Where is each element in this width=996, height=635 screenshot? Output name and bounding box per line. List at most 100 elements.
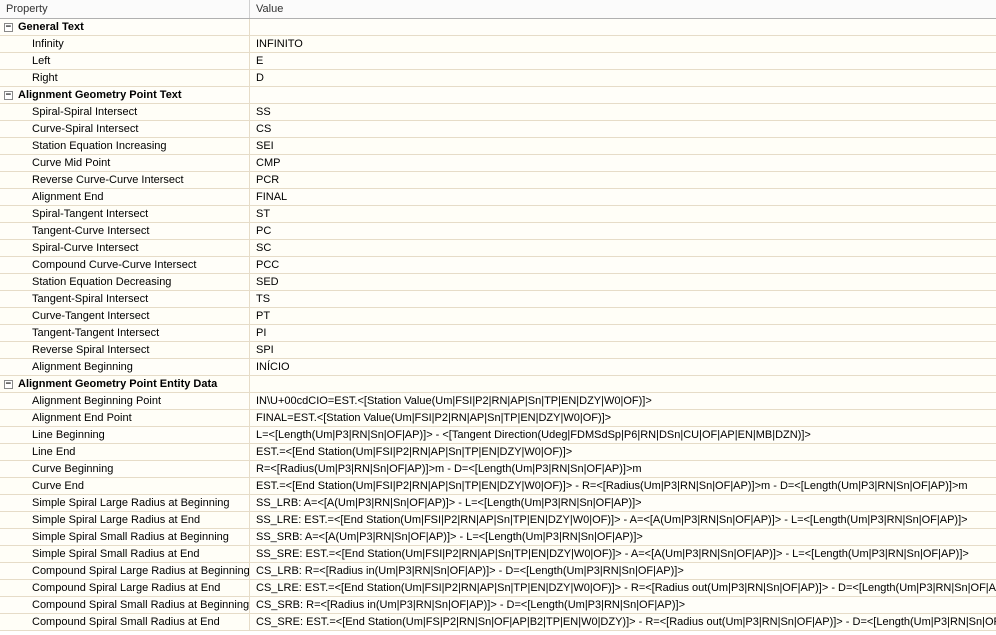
property-row[interactable]: Compound Spiral Small Radius at EndCS_SR… xyxy=(0,614,996,631)
property-row[interactable]: Alignment EndFINAL xyxy=(0,189,996,206)
property-value-cell[interactable]: PT xyxy=(250,308,996,324)
property-value-cell[interactable]: SS_SRB: A=<[A(Um|P3|RN|Sn|OF|AP)]> - L=<… xyxy=(250,529,996,545)
property-row[interactable]: Compound Spiral Small Radius at Beginnin… xyxy=(0,597,996,614)
property-name-cell: Compound Spiral Small Radius at Beginnin… xyxy=(0,597,250,613)
property-row[interactable]: Alignment End PointFINAL=EST.<[Station V… xyxy=(0,410,996,427)
property-name-cell: Compound Curve-Curve Intersect xyxy=(0,257,250,273)
property-value-cell[interactable]: SS_LRE: EST.=<[End Station(Um|FSI|P2|RN|… xyxy=(250,512,996,528)
property-value-cell[interactable]: SS xyxy=(250,104,996,120)
property-value-cell[interactable]: PI xyxy=(250,325,996,341)
property-row[interactable]: Spiral-Tangent IntersectST xyxy=(0,206,996,223)
property-value-cell[interactable]: INFINITO xyxy=(250,36,996,52)
property-row[interactable]: Simple Spiral Large Radius at EndSS_LRE:… xyxy=(0,512,996,529)
property-name-cell: Tangent-Tangent Intersect xyxy=(0,325,250,341)
group-title-cell[interactable]: −Alignment Geometry Point Text xyxy=(0,87,250,103)
property-value-cell[interactable]: CMP xyxy=(250,155,996,171)
property-value-cell[interactable]: D xyxy=(250,70,996,86)
property-name-cell: Simple Spiral Large Radius at Beginning xyxy=(0,495,250,511)
property-value-cell[interactable]: E xyxy=(250,53,996,69)
expander-icon[interactable]: − xyxy=(4,380,13,389)
property-row[interactable]: Compound Curve-Curve IntersectPCC xyxy=(0,257,996,274)
property-name-cell: Alignment Beginning Point xyxy=(0,393,250,409)
property-value-cell[interactable]: CS_LRB: R=<[Radius in(Um|P3|RN|Sn|OF|AP)… xyxy=(250,563,996,579)
property-value-cell[interactable]: PC xyxy=(250,223,996,239)
property-value-cell[interactable]: SS_SRE: EST.=<[End Station(Um|FSI|P2|RN|… xyxy=(250,546,996,562)
property-row[interactable]: Spiral-Spiral IntersectSS xyxy=(0,104,996,121)
property-row[interactable]: Reverse Curve-Curve IntersectPCR xyxy=(0,172,996,189)
property-row[interactable]: Line EndEST.=<[End Station(Um|FSI|P2|RN|… xyxy=(0,444,996,461)
property-row[interactable]: Curve BeginningR=<[Radius(Um|P3|RN|Sn|OF… xyxy=(0,461,996,478)
property-row[interactable]: Station Equation IncreasingSEI xyxy=(0,138,996,155)
group-title: Alignment Geometry Point Entity Data xyxy=(18,377,217,392)
property-row[interactable]: Curve Mid PointCMP xyxy=(0,155,996,172)
property-value-cell[interactable]: TS xyxy=(250,291,996,307)
property-name-cell: Curve Beginning xyxy=(0,461,250,477)
property-value-cell[interactable]: PCC xyxy=(250,257,996,273)
property-value-cell[interactable]: SS_LRB: A=<[A(Um|P3|RN|Sn|OF|AP)]> - L=<… xyxy=(250,495,996,511)
property-row[interactable]: Alignment Beginning PointIN\U+00cdCIO=ES… xyxy=(0,393,996,410)
property-row[interactable]: Alignment BeginningINÍCIO xyxy=(0,359,996,376)
group-title-cell[interactable]: −Alignment Geometry Point Entity Data xyxy=(0,376,250,392)
property-value-cell[interactable]: CS xyxy=(250,121,996,137)
group-title: Alignment Geometry Point Text xyxy=(18,88,182,103)
property-value-cell[interactable]: EST.=<[End Station(Um|FSI|P2|RN|AP|Sn|TP… xyxy=(250,478,996,494)
group-header[interactable]: −Alignment Geometry Point Text xyxy=(0,87,996,104)
property-name-cell: Alignment Beginning xyxy=(0,359,250,375)
table-header: Property Value xyxy=(0,0,996,19)
property-value-cell[interactable]: CS_SRB: R=<[Radius in(Um|P3|RN|Sn|OF|AP)… xyxy=(250,597,996,613)
property-name-cell: Line End xyxy=(0,444,250,460)
group-value-cell xyxy=(250,87,996,103)
property-row[interactable]: Compound Spiral Large Radius at Beginnin… xyxy=(0,563,996,580)
group-header[interactable]: −General Text xyxy=(0,19,996,36)
property-value-cell[interactable]: R=<[Radius(Um|P3|RN|Sn|OF|AP)]>m - D=<[L… xyxy=(250,461,996,477)
property-value-cell[interactable]: ST xyxy=(250,206,996,222)
property-name-cell: Spiral-Spiral Intersect xyxy=(0,104,250,120)
property-name-cell: Compound Spiral Large Radius at Beginnin… xyxy=(0,563,250,579)
property-name-cell: Simple Spiral Large Radius at End xyxy=(0,512,250,528)
col-header-value[interactable]: Value xyxy=(250,0,996,18)
property-name-cell: Left xyxy=(0,53,250,69)
property-row[interactable]: Simple Spiral Small Radius at BeginningS… xyxy=(0,529,996,546)
col-header-property[interactable]: Property xyxy=(0,0,250,18)
property-row[interactable]: LeftE xyxy=(0,53,996,70)
property-row[interactable]: Reverse Spiral IntersectSPI xyxy=(0,342,996,359)
property-row[interactable]: Tangent-Spiral IntersectTS xyxy=(0,291,996,308)
property-value-cell[interactable]: PCR xyxy=(250,172,996,188)
property-value-cell[interactable]: SC xyxy=(250,240,996,256)
property-row[interactable]: Line BeginningL=<[Length(Um|P3|RN|Sn|OF|… xyxy=(0,427,996,444)
property-row[interactable]: Tangent-Tangent IntersectPI xyxy=(0,325,996,342)
expander-icon[interactable]: − xyxy=(4,23,13,32)
property-value-cell[interactable]: SPI xyxy=(250,342,996,358)
property-name-cell: Tangent-Spiral Intersect xyxy=(0,291,250,307)
property-row[interactable]: Curve EndEST.=<[End Station(Um|FSI|P2|RN… xyxy=(0,478,996,495)
group-title-cell[interactable]: −General Text xyxy=(0,19,250,35)
property-name-cell: Alignment End Point xyxy=(0,410,250,426)
property-row[interactable]: Tangent-Curve IntersectPC xyxy=(0,223,996,240)
property-name-cell: Curve-Spiral Intersect xyxy=(0,121,250,137)
property-row[interactable]: Curve-Spiral IntersectCS xyxy=(0,121,996,138)
property-row[interactable]: Simple Spiral Large Radius at BeginningS… xyxy=(0,495,996,512)
property-value-cell[interactable]: INÍCIO xyxy=(250,359,996,375)
property-value-cell[interactable]: CS_SRE: EST.=<[End Station(Um|FS|P2|RN|S… xyxy=(250,614,996,630)
property-row[interactable]: Station Equation DecreasingSED xyxy=(0,274,996,291)
property-value-cell[interactable]: FINAL xyxy=(250,189,996,205)
property-name-cell: Reverse Curve-Curve Intersect xyxy=(0,172,250,188)
property-row[interactable]: Compound Spiral Large Radius at EndCS_LR… xyxy=(0,580,996,597)
property-value-cell[interactable]: SEI xyxy=(250,138,996,154)
property-value-cell[interactable]: EST.=<[End Station(Um|FSI|P2|RN|AP|Sn|TP… xyxy=(250,444,996,460)
property-row[interactable]: InfinityINFINITO xyxy=(0,36,996,53)
property-row[interactable]: RightD xyxy=(0,70,996,87)
property-name-cell: Station Equation Increasing xyxy=(0,138,250,154)
property-value-cell[interactable]: IN\U+00cdCIO=EST.<[Station Value(Um|FSI|… xyxy=(250,393,996,409)
property-value-cell[interactable]: CS_LRE: EST.=<[End Station(Um|FSI|P2|RN|… xyxy=(250,580,996,596)
property-value-cell[interactable]: L=<[Length(Um|P3|RN|Sn|OF|AP)]> - <[Tang… xyxy=(250,427,996,443)
property-row[interactable]: Curve-Tangent IntersectPT xyxy=(0,308,996,325)
property-value-cell[interactable]: SED xyxy=(250,274,996,290)
property-name-cell: Curve End xyxy=(0,478,250,494)
property-value-cell[interactable]: FINAL=EST.<[Station Value(Um|FSI|P2|RN|A… xyxy=(250,410,996,426)
property-row[interactable]: Simple Spiral Small Radius at EndSS_SRE:… xyxy=(0,546,996,563)
group-header[interactable]: −Alignment Geometry Point Entity Data xyxy=(0,376,996,393)
property-row[interactable]: Spiral-Curve IntersectSC xyxy=(0,240,996,257)
group-value-cell xyxy=(250,19,996,35)
expander-icon[interactable]: − xyxy=(4,91,13,100)
